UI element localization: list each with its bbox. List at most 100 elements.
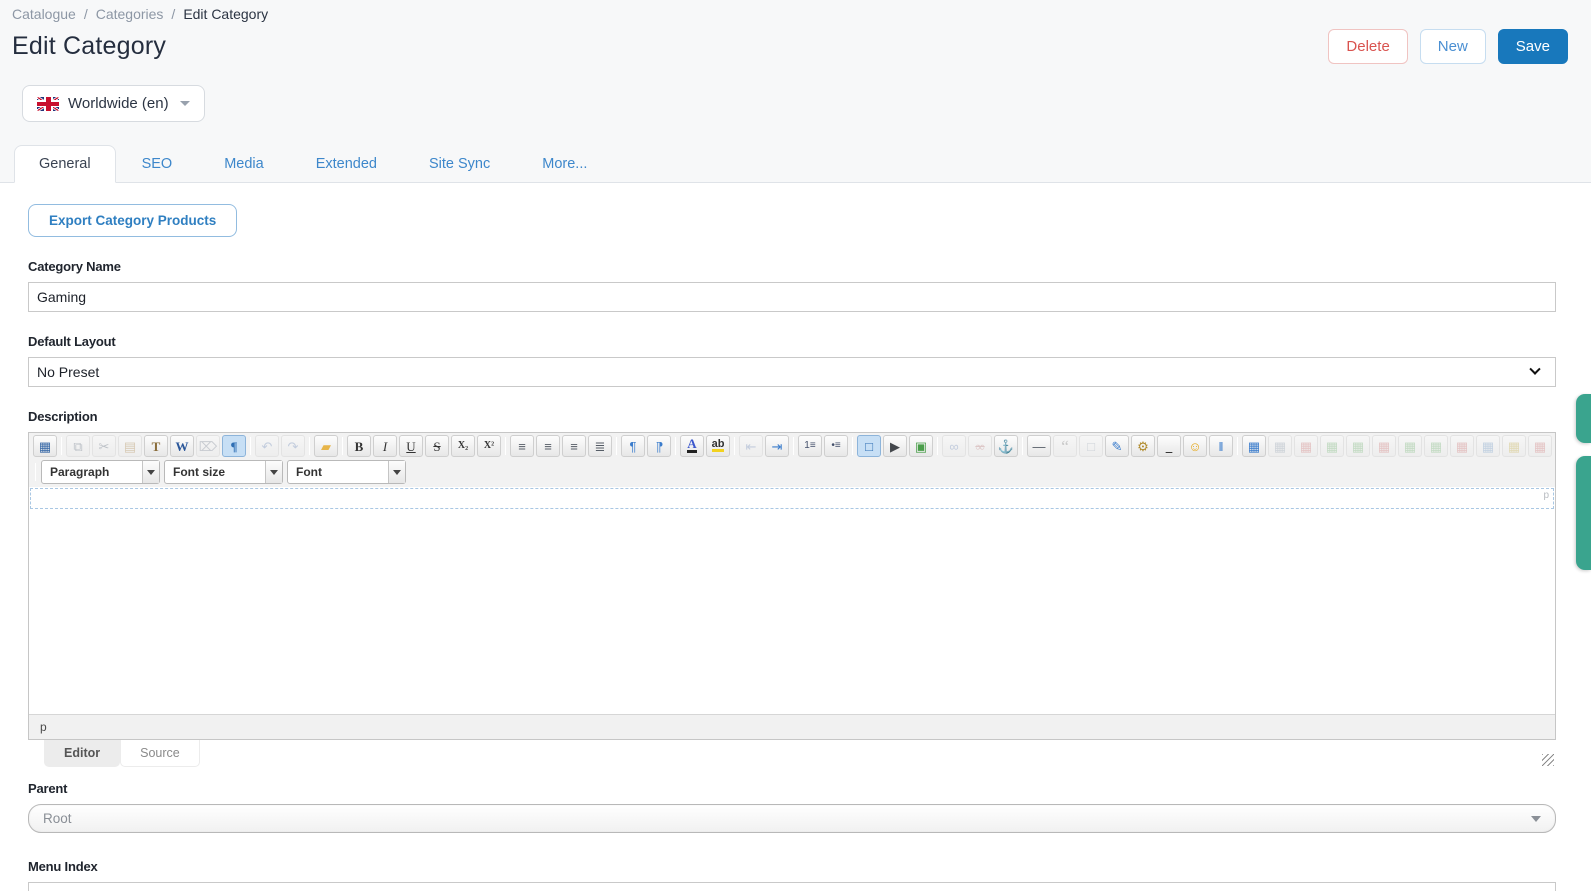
- language-selector[interactable]: Worldwide (en): [22, 85, 205, 122]
- italic-icon[interactable]: I: [373, 435, 397, 457]
- unlink-icon: ∞: [968, 435, 992, 457]
- emoticons-icon[interactable]: ☺: [1183, 435, 1207, 457]
- indent-icon[interactable]: ⇥: [765, 435, 789, 457]
- style-props-icon[interactable]: ⚙: [1131, 435, 1155, 457]
- breadcrumb-current: Edit Category: [183, 6, 269, 22]
- underline-icon[interactable]: U: [399, 435, 423, 457]
- editor-toolbar: ▦ ⧉ ✂ ▤ T W ⌦ ¶ ↶ ↷ ▰ B I U S X₂ X² ≡ ≡ ≡ ≣ ¶ ¶ Aab ⇤ ⇥ 1≡ •≡ □ ▶ ▣ ∞ ∞ ⚓…: [29, 433, 1555, 459]
- row-after-icon: ▦: [1346, 435, 1370, 457]
- toolbar-separator: [342, 437, 343, 455]
- table-properties-icon: ▦: [1268, 435, 1292, 457]
- redo-icon: ↷: [281, 435, 305, 457]
- toolbar-separator: [1022, 437, 1023, 455]
- parent-select[interactable]: Root: [28, 804, 1556, 833]
- align-right-icon[interactable]: ≡: [562, 435, 586, 457]
- strikethrough-icon[interactable]: S: [425, 435, 449, 457]
- unordered-list-icon[interactable]: •≡: [824, 435, 848, 457]
- tab-media[interactable]: Media: [198, 146, 290, 182]
- paste-as-text-icon[interactable]: T: [144, 435, 168, 457]
- highlight-color-icon[interactable]: ab: [706, 435, 730, 457]
- editor-content-area[interactable]: p: [29, 487, 1555, 714]
- save-button[interactable]: Save: [1497, 29, 1568, 64]
- font-size-value: Font size: [173, 465, 226, 479]
- paste-icon: ▤: [118, 435, 142, 457]
- ordered-list-icon[interactable]: 1≡: [798, 435, 822, 457]
- font-color-icon[interactable]: A: [680, 435, 704, 457]
- page-title: Edit Category: [12, 32, 167, 60]
- breadcrumb-separator: /: [171, 6, 176, 22]
- toolbar-separator: [852, 437, 853, 455]
- tab-bar: General SEO Media Extended Site Sync Mor…: [0, 145, 1591, 183]
- breadcrumb-categories[interactable]: Categories: [96, 6, 164, 22]
- tab-more[interactable]: More...: [516, 146, 613, 182]
- page-break-icon[interactable]: ‖: [1209, 435, 1233, 457]
- show-blocks-icon[interactable]: ¶: [222, 435, 246, 457]
- insert-media-icon[interactable]: ▶: [883, 435, 907, 457]
- delete-col-icon: ▦: [1450, 435, 1474, 457]
- tab-general[interactable]: General: [14, 145, 116, 183]
- font-family-select[interactable]: Font: [287, 460, 406, 484]
- paragraph-block-outline: p: [30, 488, 1554, 509]
- toolbar-separator: [793, 437, 794, 455]
- horizontal-rule-icon[interactable]: ―: [1027, 435, 1051, 457]
- align-justify-icon[interactable]: ≣: [588, 435, 612, 457]
- paste-from-word-icon[interactable]: W: [170, 435, 194, 457]
- superscript-icon[interactable]: X²: [477, 435, 501, 457]
- chevron-down-icon: [142, 461, 159, 483]
- editor-mode-tab-editor[interactable]: Editor: [44, 740, 121, 767]
- tab-seo[interactable]: SEO: [116, 146, 199, 182]
- nonbreaking-space-icon[interactable]: _: [1157, 435, 1181, 457]
- breadcrumb-separator: /: [83, 6, 88, 22]
- anchor-icon[interactable]: ⚓: [994, 435, 1018, 457]
- uk-flag-icon: [37, 96, 59, 111]
- insert-image-icon[interactable]: ▣: [909, 435, 933, 457]
- editor-mode-tab-source[interactable]: Source: [120, 740, 200, 767]
- bold-icon[interactable]: B: [347, 435, 371, 457]
- delete-button[interactable]: Delete: [1328, 29, 1408, 64]
- toolbar-separator: [250, 437, 251, 455]
- cell-properties-icon: ▦: [1528, 435, 1552, 457]
- font-family-value: Font: [296, 465, 322, 479]
- menu-index-input[interactable]: [28, 882, 1556, 891]
- tab-extended[interactable]: Extended: [290, 146, 403, 182]
- floating-widget-tab-bottom[interactable]: [1576, 456, 1591, 570]
- insert-table-icon[interactable]: ▦: [1242, 435, 1266, 457]
- toolbar-separator: [61, 437, 62, 455]
- delete-row-icon: ▦: [1372, 435, 1396, 457]
- floating-widget-tab-top[interactable]: [1576, 394, 1591, 443]
- category-name-label: Category Name: [28, 259, 121, 274]
- edit-category-page: Catalogue / Categories / Edit Category E…: [0, 0, 1591, 891]
- chevron-down-icon: [179, 101, 190, 106]
- top-bar: Catalogue / Categories / Edit Category E…: [0, 0, 1591, 122]
- save-icon[interactable]: ▦: [33, 435, 57, 457]
- rtl-icon[interactable]: ¶: [647, 435, 671, 457]
- element-path: p: [40, 720, 47, 734]
- col-before-icon: ▦: [1398, 435, 1422, 457]
- export-category-products-button[interactable]: Export Category Products: [28, 204, 238, 237]
- visual-aid-icon[interactable]: □: [857, 435, 881, 457]
- edit-image-icon[interactable]: ✎: [1105, 435, 1129, 457]
- new-button[interactable]: New: [1419, 29, 1486, 64]
- copy-icon: ⧉: [66, 435, 90, 457]
- tab-site-sync[interactable]: Site Sync: [403, 146, 516, 182]
- align-left-icon[interactable]: ≡: [510, 435, 534, 457]
- breadcrumb: Catalogue / Categories / Edit Category: [12, 6, 1568, 22]
- chevron-down-icon: [265, 461, 282, 483]
- description-label: Description: [28, 409, 98, 424]
- rich-text-editor: ▦ ⧉ ✂ ▤ T W ⌦ ¶ ↶ ↷ ▰ B I U S X₂ X² ≡ ≡ ≡ ≣ ¶ ¶ Aab ⇤ ⇥ 1≡ •≡ □ ▶ ▣ ∞ ∞ ⚓…: [28, 432, 1556, 740]
- toolbar-separator: [616, 437, 617, 455]
- subscript-icon[interactable]: X₂: [451, 435, 475, 457]
- font-size-select[interactable]: Font size: [164, 460, 283, 484]
- breadcrumb-catalogue[interactable]: Catalogue: [12, 6, 76, 22]
- browse-files-icon[interactable]: ▰: [314, 435, 338, 457]
- paragraph-format-select[interactable]: Paragraph: [41, 460, 160, 484]
- resize-grip[interactable]: [1542, 754, 1554, 766]
- category-name-input[interactable]: [28, 282, 1556, 312]
- toolbar-separator: [937, 437, 938, 455]
- toolbar-separator: [309, 437, 310, 455]
- ltr-icon[interactable]: ¶: [621, 435, 645, 457]
- chevron-down-icon: [1531, 815, 1541, 822]
- chevron-down-icon: [388, 461, 405, 483]
- align-center-icon[interactable]: ≡: [536, 435, 560, 457]
- default-layout-select[interactable]: No Preset: [28, 357, 1556, 387]
